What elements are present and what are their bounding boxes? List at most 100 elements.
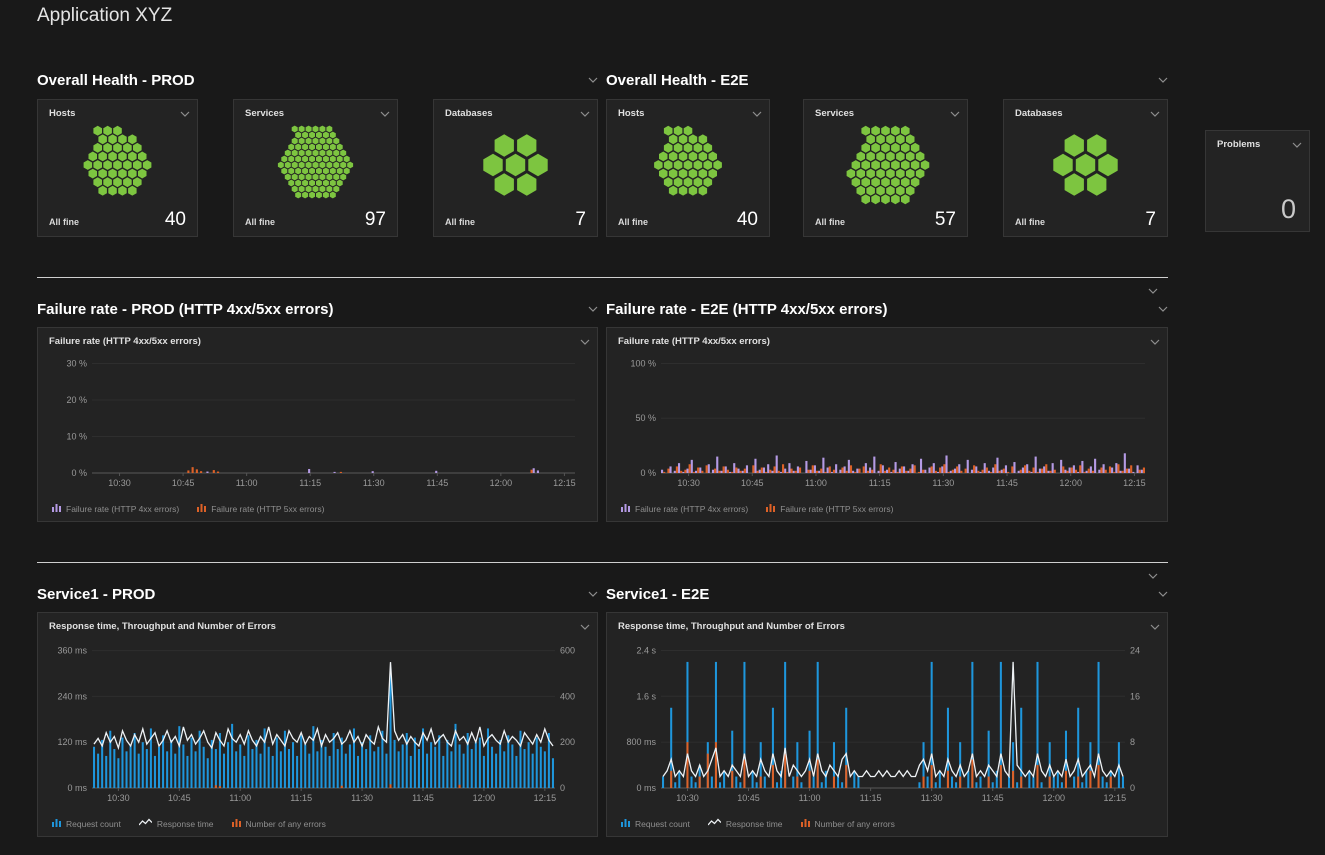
tile-header: Problems <box>1206 131 1309 153</box>
health-tile-e2e-services[interactable]: Services All fine 57 <box>803 99 968 237</box>
honeycomb-chart[interactable] <box>613 122 763 208</box>
svg-text:11:30: 11:30 <box>921 793 943 803</box>
chevron-down-icon[interactable] <box>380 111 390 117</box>
svg-text:11:45: 11:45 <box>412 793 434 803</box>
bar-series-icon <box>52 503 61 514</box>
svg-text:10:45: 10:45 <box>168 793 191 803</box>
tile-title: Hosts <box>49 108 75 119</box>
svg-text:0: 0 <box>1130 783 1135 793</box>
service1-e2e-chart-tile[interactable]: Response time, Throughput and Number of … <box>606 612 1168 837</box>
chevron-down-icon[interactable] <box>1150 111 1160 117</box>
chevron-down-icon[interactable] <box>580 111 590 117</box>
tile-header: Failure rate (HTTP 4xx/5xx errors) <box>607 328 1167 350</box>
honeycomb-chart[interactable] <box>1010 122 1161 208</box>
chevron-down-icon[interactable] <box>752 111 762 117</box>
tile-footer: All fine 40 <box>49 209 186 231</box>
health-tile-prod-hosts[interactable]: Hosts All fine 40 <box>37 99 198 237</box>
section-header-service1-e2e: Service1 - E2E <box>606 585 1168 603</box>
svg-text:11:30: 11:30 <box>363 478 385 488</box>
svg-text:11:15: 11:15 <box>290 793 312 803</box>
legend-item[interactable]: Failure rate (HTTP 4xx errors) <box>52 503 179 514</box>
chevron-down-icon[interactable] <box>1292 142 1302 148</box>
chevron-down-icon[interactable] <box>580 339 590 345</box>
svg-text:11:30: 11:30 <box>351 793 373 803</box>
service1-prod-chart[interactable]: 0 ms120 ms240 ms360 ms020040060010:3010:… <box>46 637 589 806</box>
honeycomb-chart[interactable] <box>44 122 191 208</box>
entity-count: 57 <box>935 209 956 231</box>
chevron-down-icon[interactable] <box>588 77 598 83</box>
legend-item[interactable]: Request count <box>621 818 690 829</box>
chevron-down-icon[interactable] <box>950 111 960 117</box>
svg-text:10:45: 10:45 <box>737 793 760 803</box>
chevron-down-icon[interactable] <box>1158 77 1168 83</box>
tile-header: Response time, Throughput and Number of … <box>38 613 597 635</box>
health-tile-e2e-databases[interactable]: Databases All fine 7 <box>1003 99 1168 237</box>
svg-text:12:15: 12:15 <box>1123 478 1146 488</box>
legend-item[interactable]: Number of any errors <box>232 818 326 829</box>
legend-item[interactable]: Request count <box>52 818 121 829</box>
honeycomb-chart[interactable] <box>810 122 961 208</box>
bar-series-icon <box>232 818 241 829</box>
svg-text:11:00: 11:00 <box>799 793 821 803</box>
legend-label: Request count <box>66 819 121 829</box>
tile-header: Hosts <box>38 100 197 122</box>
tile-title: Hosts <box>618 108 644 119</box>
tile-footer: All fine 7 <box>1015 209 1156 231</box>
failure-rate-e2e-chart-tile[interactable]: Failure rate (HTTP 4xx/5xx errors) 0 %50… <box>606 327 1168 522</box>
tile-header: Databases <box>1004 100 1167 122</box>
section-header-overall-health-e2e: Overall Health - E2E <box>606 71 1168 89</box>
legend-label: Number of any errors <box>815 819 895 829</box>
chevron-down-icon[interactable] <box>1158 306 1168 312</box>
chevron-down-icon[interactable] <box>580 624 590 630</box>
svg-text:10:30: 10:30 <box>677 478 700 488</box>
chevron-down-icon[interactable] <box>588 306 598 312</box>
tile-title: Databases <box>1015 108 1063 119</box>
status-label: All fine <box>1015 217 1045 231</box>
service1-prod-chart-tile[interactable]: Response time, Throughput and Number of … <box>37 612 598 837</box>
legend-item[interactable]: Response time <box>708 818 783 829</box>
service1-e2e-chart[interactable]: 0 ms800 ms1.6 s2.4 s08162410:3010:4511:0… <box>615 637 1159 806</box>
legend-item[interactable]: Number of any errors <box>801 818 895 829</box>
chevron-down-icon[interactable] <box>1150 624 1160 630</box>
svg-text:100 %: 100 % <box>630 358 656 368</box>
section-divider <box>37 277 1168 278</box>
honeycomb-chart[interactable] <box>240 122 391 208</box>
failure-rate-prod-chart[interactable]: 0 %10 %20 %30 %10:3010:4511:0011:1511:30… <box>46 352 589 491</box>
entity-count: 7 <box>575 209 586 231</box>
svg-text:30 %: 30 % <box>66 358 87 368</box>
tile-title: Databases <box>445 108 493 119</box>
honeycomb-chart[interactable] <box>440 122 591 208</box>
legend-item[interactable]: Response time <box>139 818 214 829</box>
svg-text:24: 24 <box>1130 645 1140 655</box>
legend-item[interactable]: Failure rate (HTTP 4xx errors) <box>621 503 748 514</box>
tile-header: Response time, Throughput and Number of … <box>607 613 1167 635</box>
health-tile-prod-databases[interactable]: Databases All fine 7 <box>433 99 598 237</box>
chart-legend: Request count Response time Number of an… <box>621 818 895 829</box>
problems-tile[interactable]: Problems 0 <box>1205 130 1310 232</box>
tile-title: Problems <box>1217 139 1260 150</box>
chevron-down-icon[interactable] <box>180 111 190 117</box>
failure-rate-prod-chart-tile[interactable]: Failure rate (HTTP 4xx/5xx errors) 0 %10… <box>37 327 598 522</box>
tile-title: Failure rate (HTTP 4xx/5xx errors) <box>49 336 201 347</box>
health-tile-e2e-hosts[interactable]: Hosts All fine 40 <box>606 99 770 237</box>
failure-rate-e2e-chart[interactable]: 0 %50 %100 %10:3010:4511:0011:1511:3011:… <box>615 352 1159 491</box>
tile-header: Services <box>804 100 967 122</box>
tile-title: Response time, Throughput and Number of … <box>618 621 845 632</box>
tile-title: Response time, Throughput and Number of … <box>49 621 276 632</box>
section-title: Overall Health - E2E <box>606 72 749 89</box>
svg-text:11:00: 11:00 <box>236 478 258 488</box>
chevron-down-icon[interactable] <box>1150 339 1160 345</box>
section-header-failure-e2e: Failure rate - E2E (HTTP 4xx/5xx errors) <box>606 300 1168 318</box>
status-label: All fine <box>245 217 275 231</box>
health-tile-prod-services[interactable]: Services All fine 97 <box>233 99 398 237</box>
legend-item[interactable]: Failure rate (HTTP 5xx errors) <box>197 503 324 514</box>
divider-chevron <box>1148 281 1158 299</box>
chevron-down-icon[interactable] <box>588 591 598 597</box>
status-label: All fine <box>618 217 648 231</box>
chevron-down-icon[interactable] <box>1148 573 1158 579</box>
legend-item[interactable]: Failure rate (HTTP 5xx errors) <box>766 503 893 514</box>
chevron-down-icon[interactable] <box>1158 591 1168 597</box>
tile-footer: All fine 7 <box>445 209 586 231</box>
svg-text:11:15: 11:15 <box>869 478 891 488</box>
chevron-down-icon[interactable] <box>1148 288 1158 294</box>
